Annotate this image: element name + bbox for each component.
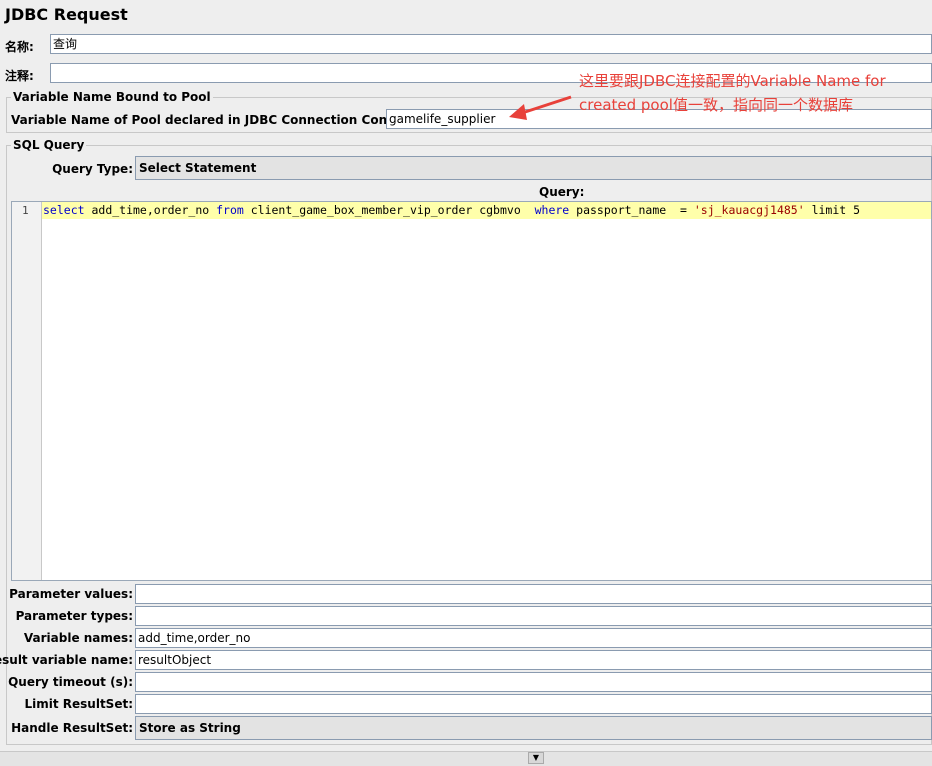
query-type-select[interactable]: Select Statement: [135, 156, 932, 180]
comment-label: 注释:: [5, 69, 34, 83]
query-type-label: Query Type:: [52, 162, 133, 176]
handle-resultset-select[interactable]: Store as String: [135, 716, 932, 740]
result-variable-name-field[interactable]: resultObject: [135, 650, 932, 670]
parameter-types-field[interactable]: [135, 606, 932, 626]
sql-keyword-select: select: [43, 203, 85, 217]
sql-text: passport_name =: [569, 203, 694, 217]
line-number-gutter: 1: [12, 202, 42, 580]
limit-resultset-field[interactable]: [135, 694, 932, 714]
line-number: 1: [22, 204, 29, 217]
query-timeout-field[interactable]: [135, 672, 932, 692]
query-label: Query:: [539, 185, 585, 199]
parameter-values-label: Parameter values:: [9, 587, 133, 601]
variable-names-field[interactable]: add_time,order_no: [135, 628, 932, 648]
scroll-down-arrow-icon[interactable]: ▼: [528, 752, 544, 764]
page-title: JDBC Request: [5, 5, 128, 24]
sql-text: client_game_box_member_vip_order cgbmvo: [243, 203, 535, 217]
sql-text: add_time,order_no: [84, 203, 217, 217]
query-timeout-label: Query timeout (s):: [8, 675, 133, 689]
sql-keyword-where: where: [534, 203, 570, 217]
annotation-line-1: 这里要跟JDBC连接配置的Variable Name for: [579, 72, 886, 90]
sql-text: limit: [804, 203, 854, 217]
sql-code-line: select add_time,order_no from client_gam…: [43, 203, 860, 218]
pool-legend: Variable Name Bound to Pool: [11, 90, 213, 104]
handle-resultset-label: Handle ResultSet:: [11, 721, 133, 735]
parameter-values-field[interactable]: [135, 584, 932, 604]
sql-keyword-from: from: [216, 203, 244, 217]
limit-resultset-label: Limit ResultSet:: [24, 697, 133, 711]
name-field[interactable]: 查询: [50, 34, 932, 54]
name-label: 名称:: [5, 40, 34, 54]
annotation-line-2: created pool值一致，指向同一个数据库: [579, 96, 853, 114]
result-variable-name-label: Result variable name:: [0, 653, 133, 667]
annotation-arrow-icon: [509, 95, 572, 120]
bottom-scroll-strip: [0, 751, 932, 766]
variable-names-label: Variable names:: [23, 631, 133, 645]
query-editor[interactable]: 1 select add_time,order_no from client_g…: [11, 201, 932, 581]
sql-number-literal: 5: [853, 203, 861, 217]
sql-legend: SQL Query: [11, 138, 87, 152]
sql-string-literal: 'sj_kauacgj1485': [693, 203, 805, 217]
parameter-types-label: Parameter types:: [15, 609, 133, 623]
